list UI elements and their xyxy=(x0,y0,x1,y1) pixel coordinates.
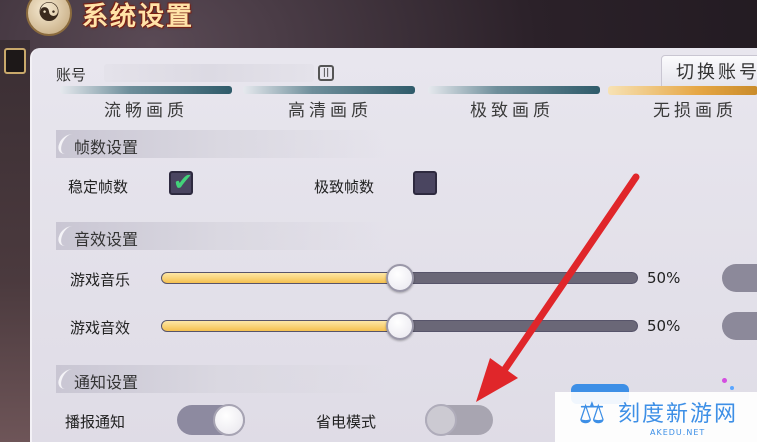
watermark-name: 刻度新游网 xyxy=(618,402,739,427)
sparkle-dot xyxy=(730,386,734,390)
scale-icon: ⚖ xyxy=(578,396,606,431)
watermark-url: AKEDU.NET xyxy=(650,428,706,437)
sparkle-dot xyxy=(722,378,727,383)
red-arrow-annotation xyxy=(476,173,640,402)
arrow-shaft xyxy=(499,173,640,376)
